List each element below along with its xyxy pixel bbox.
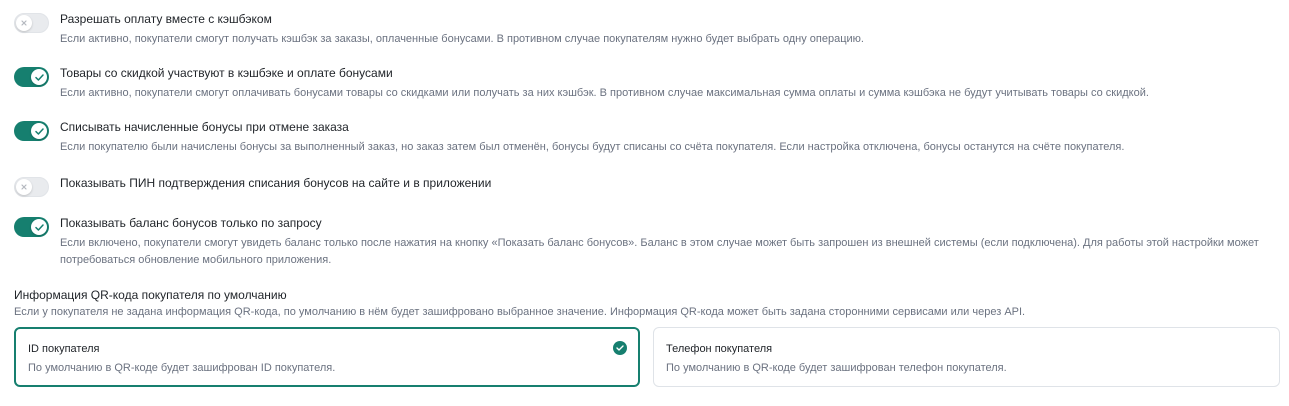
toggle-show-pin[interactable]	[14, 177, 49, 197]
toggle-balance-on-request[interactable]	[14, 217, 49, 237]
setting-title: Списывать начисленные бонусы при отмене …	[60, 120, 349, 134]
setting-title: Показывать баланс бонусов только по запр…	[60, 216, 322, 230]
setting-description: Если включено, покупатели смогут увидеть…	[60, 237, 1259, 266]
check-circle-icon	[613, 341, 627, 355]
x-icon	[16, 15, 32, 31]
toggle-allow-payment-with-cashback[interactable]	[14, 13, 49, 33]
toggle-discounted-goods[interactable]	[14, 67, 49, 87]
check-icon	[31, 123, 47, 139]
qr-option-customer-id[interactable]: ID покупателя По умолчанию в QR-коде буд…	[14, 327, 640, 387]
setting-text: Разрешать оплату вместе с кэшбэком Если …	[60, 13, 1279, 48]
setting-text: Показывать ПИН подтверждения списания бо…	[60, 177, 1279, 190]
check-icon	[31, 69, 47, 85]
setting-description: Если активно, покупатели смогут получать…	[60, 33, 864, 45]
setting-title: Показывать ПИН подтверждения списания бо…	[60, 176, 492, 190]
setting-text: Товары со скидкой участвуют в кэшбэке и …	[60, 67, 1279, 102]
x-icon	[16, 179, 32, 195]
check-icon	[31, 219, 47, 235]
toggle-write-off-on-cancel[interactable]	[14, 121, 49, 141]
qr-option-customer-phone[interactable]: Телефон покупателя По умолчанию в QR-код…	[653, 327, 1280, 387]
qr-option-title: ID покупателя	[28, 343, 100, 355]
qr-option-description: По умолчанию в QR-коде будет зашифрован …	[666, 362, 1007, 374]
qr-option-title: Телефон покупателя	[666, 343, 773, 355]
setting-text: Списывать начисленные бонусы при отмене …	[60, 121, 1279, 156]
setting-title: Товары со скидкой участвуют в кэшбэке и …	[60, 66, 393, 80]
setting-description: Если активно, покупатели смогут оплачива…	[60, 87, 1149, 99]
setting-title: Разрешать оплату вместе с кэшбэком	[60, 12, 272, 26]
qr-section-description: Если у покупателя не задана информация Q…	[14, 306, 1026, 318]
setting-description: Если покупателю были начислены бонусы за…	[60, 141, 1125, 153]
qr-section-heading: Информация QR-кода покупателя по умолчан…	[14, 288, 287, 302]
setting-text: Показывать баланс бонусов только по запр…	[60, 217, 1279, 269]
qr-option-description: По умолчанию в QR-коде будет зашифрован …	[28, 362, 336, 374]
